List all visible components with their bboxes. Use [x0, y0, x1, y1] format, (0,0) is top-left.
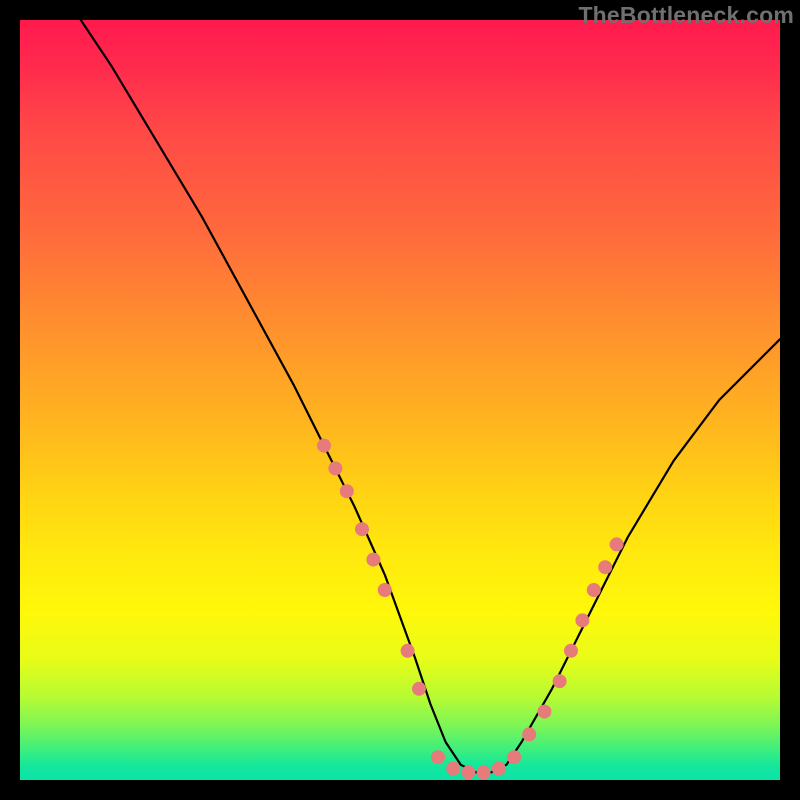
- marker-dot: [378, 583, 392, 597]
- curve-layer: [81, 20, 780, 772]
- watermark-text: TheBottleneck.com: [578, 2, 794, 29]
- marker-dot: [492, 762, 506, 776]
- marker-layer: [317, 439, 624, 780]
- chart-svg: [20, 20, 780, 780]
- marker-dot: [553, 674, 567, 688]
- marker-dot: [575, 613, 589, 627]
- marker-dot: [587, 583, 601, 597]
- marker-dot: [355, 522, 369, 536]
- marker-dot: [366, 553, 380, 567]
- marker-dot: [317, 439, 331, 453]
- marker-dot: [564, 644, 578, 658]
- bottleneck-curve: [81, 20, 780, 772]
- marker-dot: [598, 560, 612, 574]
- marker-dot: [507, 750, 521, 764]
- chart-frame: TheBottleneck.com: [0, 0, 800, 800]
- marker-dot: [610, 537, 624, 551]
- marker-dot: [412, 682, 426, 696]
- marker-dot: [340, 484, 354, 498]
- marker-dot: [522, 727, 536, 741]
- marker-dot: [537, 705, 551, 719]
- marker-dot: [431, 750, 445, 764]
- marker-dot: [461, 765, 475, 779]
- marker-dot: [328, 461, 342, 475]
- chart-plot-area: [20, 20, 780, 780]
- marker-dot: [446, 762, 460, 776]
- marker-dot: [401, 644, 415, 658]
- marker-dot: [477, 765, 491, 779]
